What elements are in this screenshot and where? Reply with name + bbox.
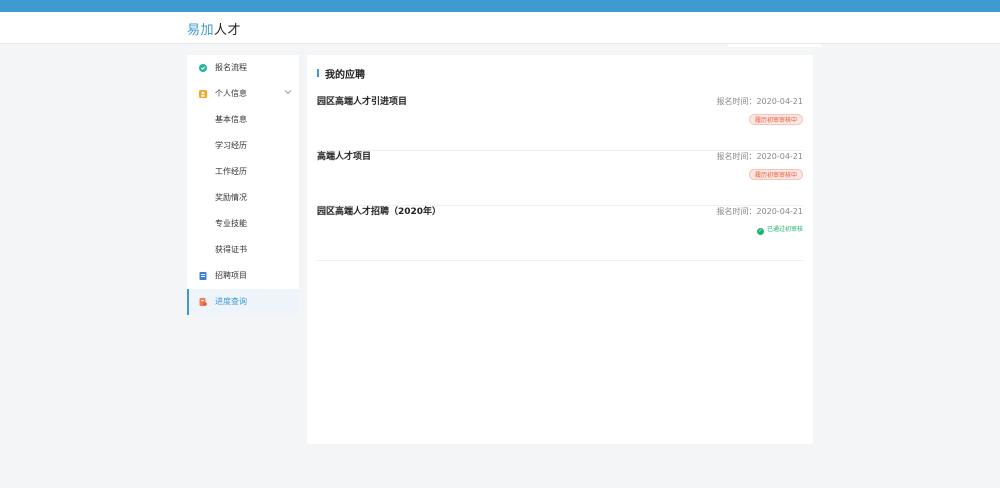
list-item[interactable]: 园区高端人才引进项目 报名时间：2020-04-21 履历初审审核中 (317, 96, 803, 151)
application-name[interactable]: 园区高端人才招聘（2020年） (317, 206, 441, 218)
sidebar-item-label: 获得证书 (215, 245, 247, 254)
person-card-icon (199, 90, 207, 98)
sidebar-item-progress-query[interactable]: 进度查询 (187, 289, 299, 315)
application-date: 报名时间：2020-04-21 (716, 97, 804, 106)
sidebar-item-label: 个人信息 (215, 89, 247, 98)
status-badge-text: 已通过初审核 (766, 226, 803, 233)
list-item[interactable]: 园区高端人才招聘（2020年） 报名时间：2020-04-21 ✓ 已通过初审核 (317, 206, 803, 261)
check-circle-icon: ✓ (756, 228, 764, 235)
sidebar-item-basic-info[interactable]: 基本信息 (187, 107, 299, 133)
application-date: 报名时间：2020-04-21 (716, 207, 804, 216)
top-accent-bar (0, 0, 1000, 12)
page-title-text: 我的应聘 (325, 69, 365, 81)
sidebar-item-registration-flow[interactable]: 报名流程 (187, 55, 299, 81)
logo-part1: 易加 (187, 23, 215, 38)
status-badge: 履历初审审核中 (748, 114, 803, 125)
sidebar-item-awards[interactable]: 奖励情况 (187, 185, 299, 211)
sidebar-item-personal-info[interactable]: 个人信息 (187, 81, 299, 107)
header-tail (728, 44, 822, 47)
application-name[interactable]: 高端人才项目 (317, 151, 371, 163)
sidebar-item-label: 学习经历 (215, 141, 247, 150)
sidebar-item-label: 工作经历 (215, 167, 247, 176)
title-accent-bar (317, 69, 319, 77)
sidebar-item-work-experience[interactable]: 工作经历 (187, 159, 299, 185)
logo[interactable]: 易加人才 (187, 19, 241, 38)
sidebar-item-skills[interactable]: 专业技能 (187, 211, 299, 237)
sidebar-item-label: 专业技能 (215, 219, 247, 228)
logo-part2: 人才 (214, 23, 242, 38)
project-book-icon (199, 272, 207, 280)
sidebar-item-label: 进度查询 (215, 297, 247, 306)
sidebar-item-education[interactable]: 学习经历 (187, 133, 299, 159)
sidebar-item-label: 招聘项目 (215, 271, 247, 280)
status-badge: ✓ 已通过初审核 (752, 224, 803, 235)
sidebar-item-label: 基本信息 (215, 115, 247, 124)
sidebar-item-recruitment-projects[interactable]: 招聘项目 (187, 263, 299, 289)
list-item[interactable]: 高端人才项目 报名时间：2020-04-21 履历初审审核中 (317, 151, 803, 206)
applications-panel: 我的应聘 园区高端人才引进项目 报名时间：2020-04-21 履历初审审核中 … (307, 55, 813, 444)
sidebar-item-certificates[interactable]: 获得证书 (187, 237, 299, 263)
header: 易加人才 (0, 12, 1000, 44)
page-title: 我的应聘 (317, 67, 365, 81)
sidebar-item-label: 报名流程 (215, 63, 247, 72)
status-badge: 履历初审审核中 (748, 169, 803, 180)
application-date: 报名时间：2020-04-21 (716, 152, 804, 161)
sidebar: 报名流程 个人信息 基本信息 学习经历 工作经历 奖励情况 专业技能 获得证书 … (187, 55, 299, 315)
circle-flow-icon (199, 64, 207, 72)
progress-doc-icon (199, 298, 207, 306)
application-name[interactable]: 园区高端人才引进项目 (317, 96, 407, 108)
chevron-down-icon[interactable] (284, 88, 292, 96)
sidebar-item-label: 奖励情况 (215, 193, 247, 202)
